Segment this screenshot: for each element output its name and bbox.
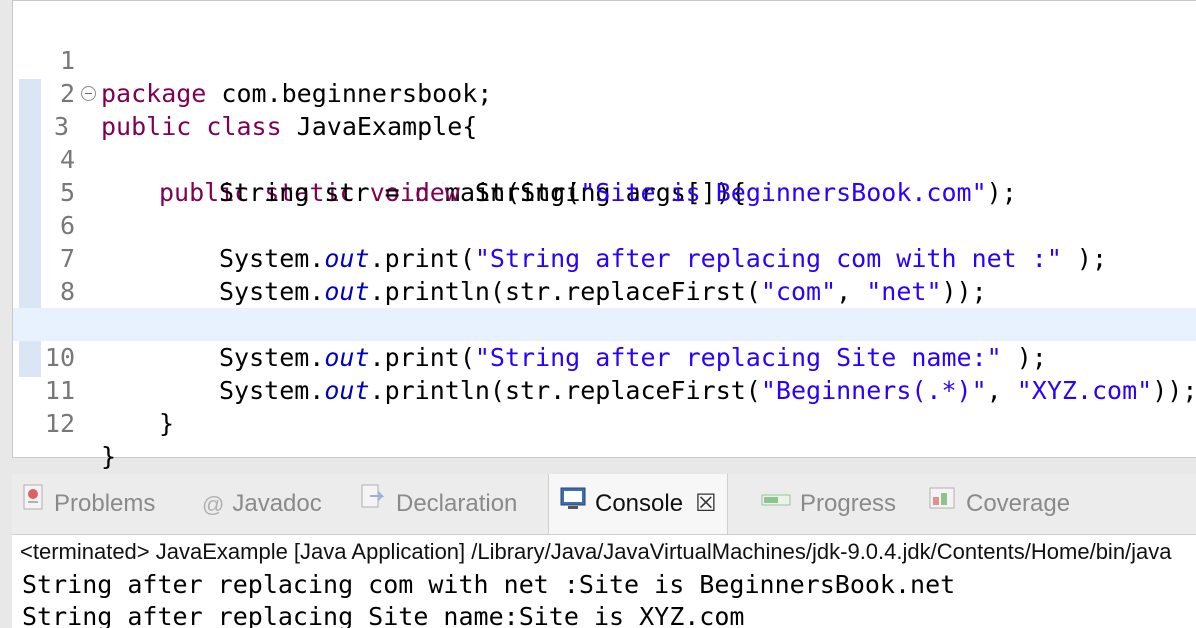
tab-progress-label: Progress [800,490,897,517]
tab-console-label: Console [595,490,684,517]
progress-icon [760,475,792,535]
console-process-header: <terminated> JavaExample [Java Applicati… [20,539,1172,564]
code-line[interactable]: 4 String str = new String("Site is Begin… [13,110,1196,207]
tab-coverage-label: Coverage [966,490,1071,517]
tab-coverage[interactable]: Coverage [928,474,1070,534]
view-tab-bar: Problems @ Javadoc Declaration Console ☒ P… [12,474,1196,535]
coverage-icon [928,475,958,535]
close-icon[interactable]: ☒ [695,490,717,517]
code-line[interactable]: 7 System.out.println(str.replaceFirst("c… [13,209,1196,306]
code-line[interactable]: 11 } [13,341,1196,438]
code-line[interactable]: 6 System.out.print("String after replaci… [13,176,1196,273]
code-line[interactable]: 3 public static void main(String args[])… [13,77,1196,207]
code-line[interactable]: 9 System.out.print("String after replaci… [13,275,1196,372]
console-output-line: String after replacing Site name:Site is… [22,602,745,628]
line-number: 12 [44,409,75,438]
code-text: } [159,409,175,438]
tab-declaration[interactable]: Declaration [360,474,517,534]
at-sign-icon: @ [202,491,225,517]
console-output-line: String after replacing com with net :Sit… [22,570,956,599]
tab-progress[interactable]: Progress [760,474,896,534]
console-icon [559,475,587,535]
code-line[interactable]: 5 [13,143,1196,207]
code-text: } [101,442,117,471]
tab-javadoc[interactable]: @ Javadoc [202,474,322,534]
tab-problems-label: Problems [54,490,156,517]
code-line[interactable]: 12 } [13,374,1196,471]
code-line[interactable]: 8 [13,242,1196,306]
tab-console[interactable]: Console ☒ [548,474,728,534]
tab-javadoc-label: Javadoc [232,490,322,517]
tab-problems[interactable]: Problems [22,474,155,534]
code-line[interactable]: 1 package com.beginnersbook; [13,11,1196,108]
code-line[interactable]: 2 public class JavaExample{ [13,44,1196,141]
tab-declaration-label: Declaration [396,490,518,517]
code-line-current[interactable]: 10 System.out.println(str.replaceFirst("… [13,308,1196,405]
code-editor[interactable]: 1 package com.beginnersbook; 2 public cl… [12,0,1196,471]
declaration-icon [360,475,388,535]
console-view[interactable]: <terminated> JavaExample [Java Applicati… [12,535,1196,628]
collapse-icon[interactable] [81,86,96,101]
problems-icon [22,475,46,535]
